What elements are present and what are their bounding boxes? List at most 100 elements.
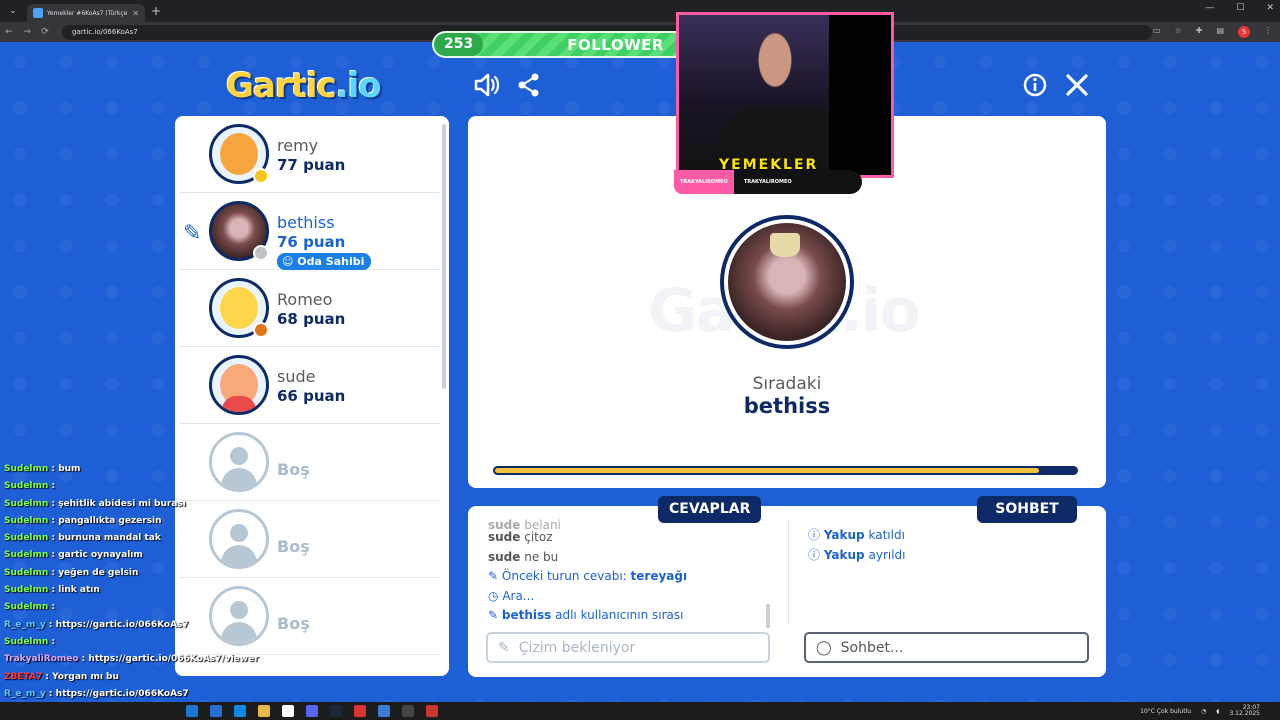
stream-chat-message: Sudelmn : burnuna mandal tak [4,533,161,544]
chat-row: ⓘ Yakup katıldı [808,528,905,542]
edge-browser-icon[interactable] [234,705,246,717]
player-score: 68 puan [277,310,346,328]
chrome-icon[interactable] [282,705,294,717]
maximize-icon[interactable]: ☐ [1236,3,1244,13]
chat-input[interactable]: ◯ Sohbet... [804,632,1089,663]
webcam-handle: TRAKYALIROMEO [743,179,792,185]
answer-row: sude çitoz [488,530,553,544]
webcam-channel: TRAKYALIROMEO [674,170,734,194]
player-score: 66 puan [277,387,346,405]
cast-icon[interactable]: ▭ [1153,26,1161,38]
volume-icon[interactable]: ◖ [1216,708,1219,715]
stream-chat-message: Sudelmn : şehitlik abidesi mi burası [4,498,186,509]
gartic-logo[interactable]: Gartic.io [226,66,382,106]
stream-chat-message: Sudelmn : pangallıkta gezersin [4,515,162,526]
info-icon: ⓘ [808,528,821,542]
discord-icon[interactable] [306,705,318,717]
player-row[interactable]: remy 77 puan [179,116,441,193]
weather-widget[interactable]: 10°C Çok bulutlu [1140,708,1191,715]
system-message: ◷ Ara... [488,588,535,603]
bookmark-star-icon[interactable]: ☆ [1175,26,1182,38]
clock[interactable]: 23:07 3.12.2025 [1229,705,1260,717]
stream-chat-overlay: Sudelmn : bum Sudelmn : Sudelmn : şehitli… [4,461,264,720]
stream-chat-user: ZBETA7 [4,671,43,682]
sound-icon[interactable] [473,72,501,104]
stream-chat-text: şehitlik abidesi mi burası [58,498,186,509]
player-name: remy [277,136,319,155]
file-explorer-icon[interactable] [258,705,270,717]
stream-chat-user: Sudelmn [4,567,49,578]
player-row[interactable]: ✎ bethiss 76 puan ☺ Oda Sahibi [179,193,441,270]
chat-input-placeholder: Sohbet... [840,639,904,656]
system-message: ✎ Önceki turun cevabı: tereyağı [488,569,688,583]
reload-icon[interactable]: ⟳ [36,27,54,37]
player-score: 77 puan [277,156,346,174]
stream-chat-user: Sudelmn [4,481,49,492]
steam-icon[interactable] [330,705,342,717]
windows-taskbar: 10°C Çok bulutlu ◔ ◖ 23:07 3.12.2025 [0,702,1280,720]
stream-chat-text: pangallıkta gezersin [58,515,162,526]
menu-icon[interactable]: ⋮ [1264,26,1272,38]
pencil-icon: ✎ [498,639,510,656]
pencil-icon: ✎ [488,569,499,583]
app-icon[interactable] [210,705,222,717]
extensions-icon[interactable]: ✚ [1196,26,1203,38]
chat-row: ⓘ Yakup ayrıldı [808,547,906,562]
info-icon[interactable] [1023,72,1047,104]
tab-favicon-icon [33,8,43,18]
stream-chat-message: Sudelmn : bum [4,464,81,474]
system-tray: 10°C Çok bulutlu ◔ ◖ 23:07 3.12.2025 [1140,705,1260,717]
tab-answers[interactable]: CEVAPLAR [658,496,762,523]
players-scrollbar[interactable] [442,124,446,389]
webcam-overlay: YEMEKLER [676,12,894,178]
app2-icon[interactable] [378,705,390,717]
logo-suffix: .io [335,66,382,106]
next-turn-label: Sıradaki [752,374,822,394]
stream-chat-text: https://gartic.io/066KoAs7 [55,619,189,630]
room-owner-badge: ☺ Oda Sahibi [277,253,372,270]
system-message: ✎ bethiss adlı kullanıcının sırası [488,608,684,622]
browser-tab-active[interactable]: Yemekler #6KoAs7 (Türkçe) - Gartic.io ✕ [27,4,145,22]
stream-chat-message: Sudelmn : gartic oynayalım [4,550,143,561]
share-icon[interactable] [517,72,541,104]
info-icon: ⓘ [808,547,821,562]
player-row[interactable]: sude 66 puan [179,347,441,424]
wifi-icon[interactable]: ◔ [1201,708,1206,715]
stream-chat-message: Sudelmn : [4,636,56,647]
close-icon[interactable] [1065,72,1089,104]
window-controls: — ☐ ✕ [1205,3,1274,13]
stream-chat-text: link atın [58,585,100,596]
close-window-icon[interactable]: ✕ [1266,3,1274,13]
stream-chat-message: Sudelmn : link atın [4,585,100,596]
empty-slot-label: Boş [277,537,310,556]
edge-icon[interactable] [186,705,198,717]
forward-icon[interactable]: → [18,27,36,37]
sidepanel-icon[interactable]: ▤ [1216,26,1224,38]
empty-slot-label: Boş [277,460,310,479]
answers-scrollbar[interactable] [766,604,770,628]
panel-divider [788,520,789,625]
stream-chat-user: R_e_m_y [4,688,46,699]
stream-chat-message: ZBETA7 : Yorgan mı bu [4,671,119,682]
obs-icon[interactable] [354,705,366,717]
stream-chat-text: https://gartic.io/066KoAs7 [55,688,189,699]
followers-count: 253 [434,33,484,56]
tab-chat[interactable]: SOHBET [977,496,1077,523]
tab-close-icon[interactable]: ✕ [132,9,139,18]
empty-slot-label: Boş [277,614,310,633]
stream-chat-message: TrakyaliRomeo : https://gartic.io/066KoA… [4,654,259,665]
app3-icon[interactable] [402,705,414,717]
stream-chat-text: bum [58,464,81,474]
answers-chat-panel: sude belani sude çitoz sude ne bu ✎ Önce… [468,506,1106,677]
tab-search-icon[interactable]: ⌄ [5,3,21,19]
app4-icon[interactable] [426,705,438,717]
player-name: sude [277,367,316,386]
answer-input-placeholder: Çizim bekleniyor [518,639,636,656]
player-row[interactable]: Romeo 68 puan [179,270,441,347]
next-player-avatar [720,215,854,349]
profile-badge[interactable]: 5 [1238,26,1250,38]
next-turn-player: bethiss [743,394,831,418]
back-icon[interactable]: ← [0,27,18,37]
minimize-icon[interactable]: — [1205,3,1214,13]
new-tab-button[interactable]: + [151,4,161,18]
